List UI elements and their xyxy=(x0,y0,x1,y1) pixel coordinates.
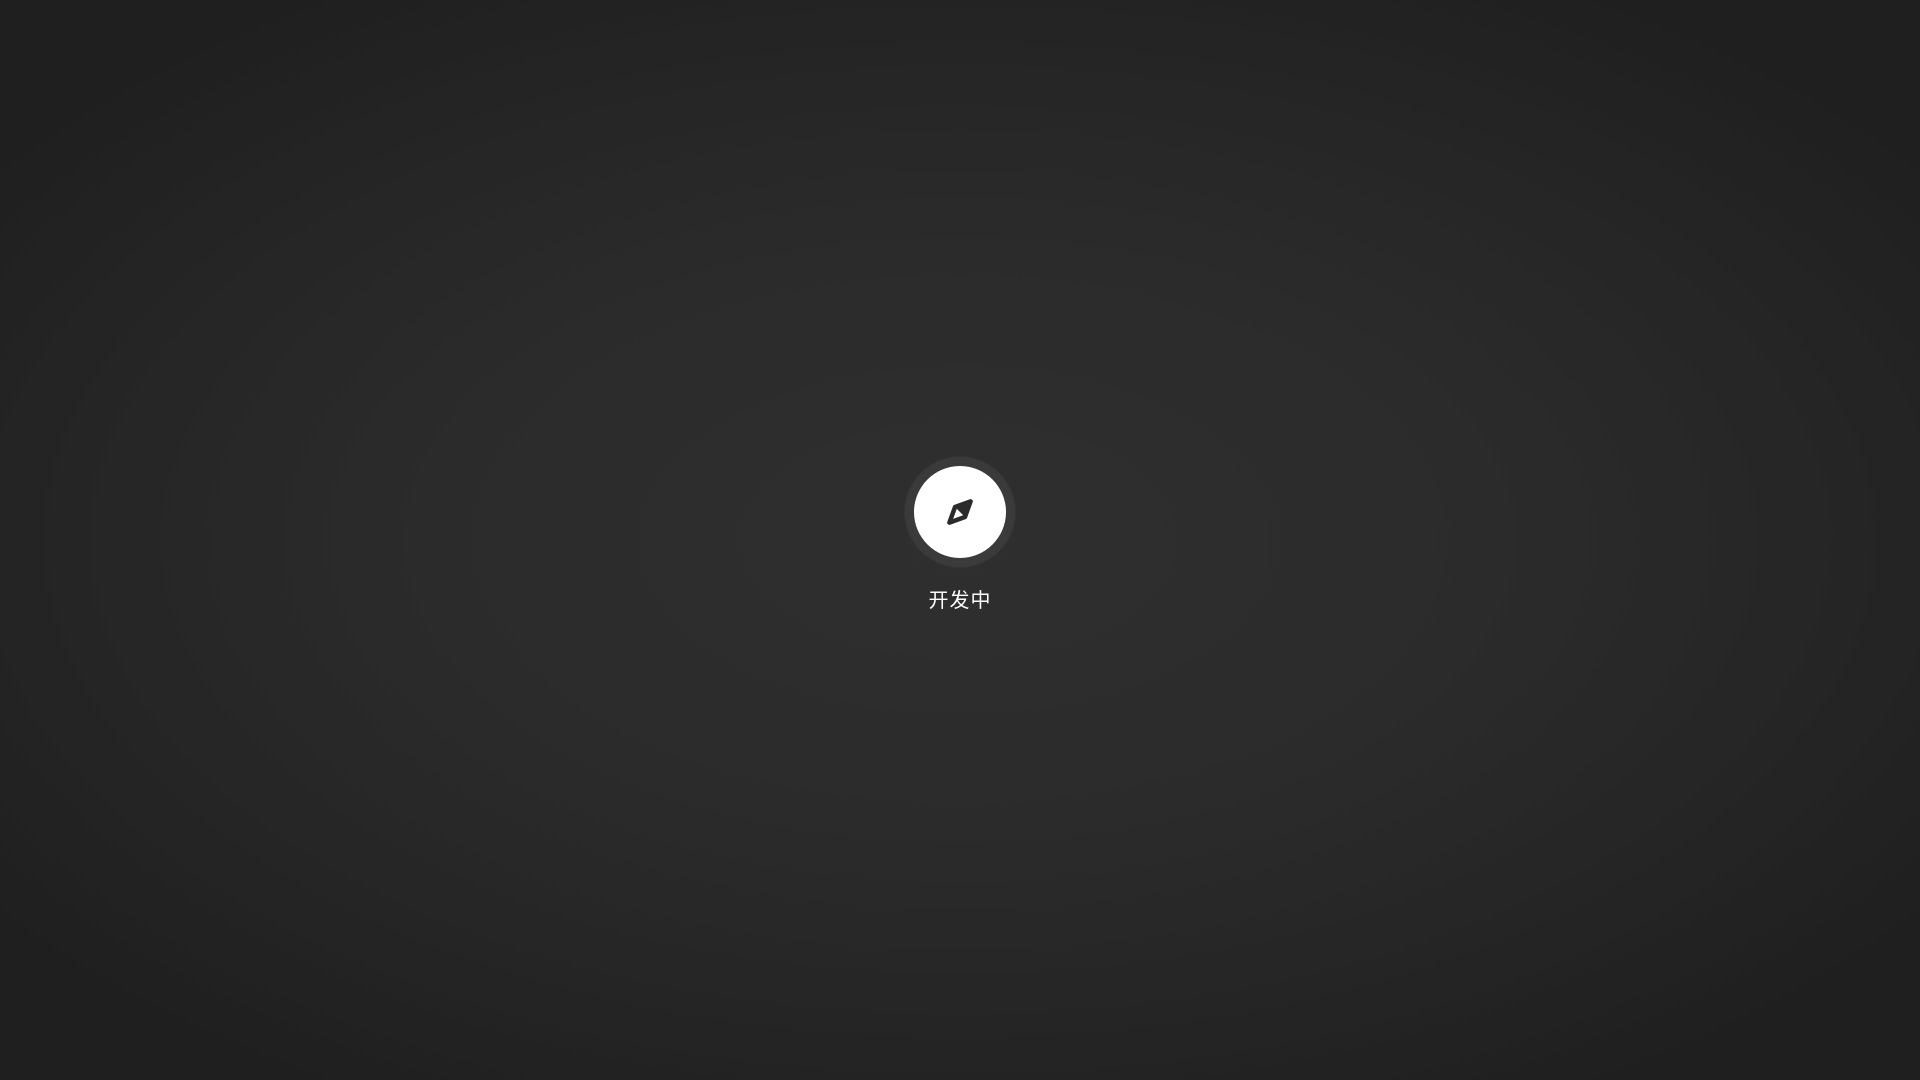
status-label: 开发中 xyxy=(928,588,992,612)
compass-icon-disc xyxy=(914,466,1006,558)
compass-icon-ring xyxy=(905,457,1015,567)
compass-icon xyxy=(947,499,973,525)
under-development-placeholder: 开发中 xyxy=(0,0,1920,1080)
